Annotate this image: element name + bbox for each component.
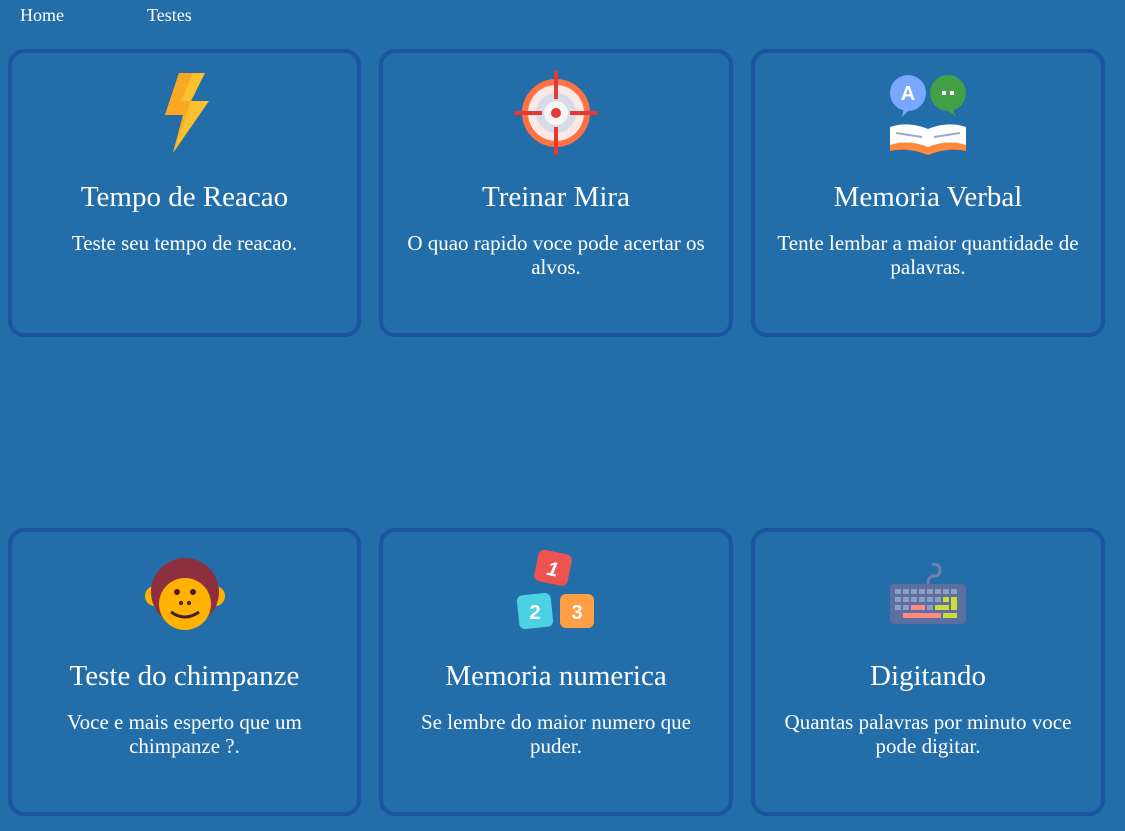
card-treinar-mira[interactable]: Treinar Mira O quao rapido voce pode ace… <box>379 49 733 337</box>
crosshair-target-icon <box>514 71 598 155</box>
card-description: Quantas palavras por minuto voce pode di… <box>784 710 1072 758</box>
keyboard-icon <box>886 550 970 634</box>
monkey-face-icon <box>143 550 227 634</box>
card-title: Digitando <box>870 660 986 692</box>
nav-tests-link[interactable]: Testes <box>147 5 192 26</box>
card-description: O quao rapido voce pode acertar os alvos… <box>407 231 705 279</box>
card-title: Teste do chimpanze <box>69 660 300 692</box>
card-description: Tente lembar a maior quantidade de palav… <box>777 231 1079 279</box>
card-memoria-verbal[interactable]: A Memoria Verbal Tente lembar a maior qu… <box>751 49 1105 337</box>
card-teste-do-chimpanze[interactable]: Teste do chimpanze Voce e mais esperto q… <box>8 528 361 816</box>
svg-text:A: A <box>901 83 915 105</box>
card-title: Memoria Verbal <box>833 181 1023 213</box>
card-description: Se lembre do maior numero que puder. <box>420 710 691 758</box>
card-description: Teste seu tempo de reacao. <box>71 231 298 255</box>
card-memoria-numerica[interactable]: 1 2 3 Memoria numerica Se lembre do maio… <box>379 528 733 816</box>
svg-text:2: 2 <box>529 602 540 624</box>
card-title: Tempo de Reacao <box>80 181 289 213</box>
card-description: Voce e mais esperto que um chimpanze ?. <box>67 710 302 758</box>
svg-text:3: 3 <box>571 602 582 624</box>
open-book-speech-bubbles-icon: A <box>886 71 970 155</box>
card-tempo-de-reacao[interactable]: Tempo de Reacao Teste seu tempo de reaca… <box>8 49 361 337</box>
nav-home-link[interactable]: Home <box>20 5 64 26</box>
card-title: Memoria numerica <box>445 660 667 692</box>
card-digitando[interactable]: Digitando Quantas palavras por minuto vo… <box>751 528 1105 816</box>
card-title: Treinar Mira <box>482 181 630 213</box>
lightning-bolt-icon <box>143 71 227 155</box>
number-blocks-icon: 1 2 3 <box>514 550 598 634</box>
